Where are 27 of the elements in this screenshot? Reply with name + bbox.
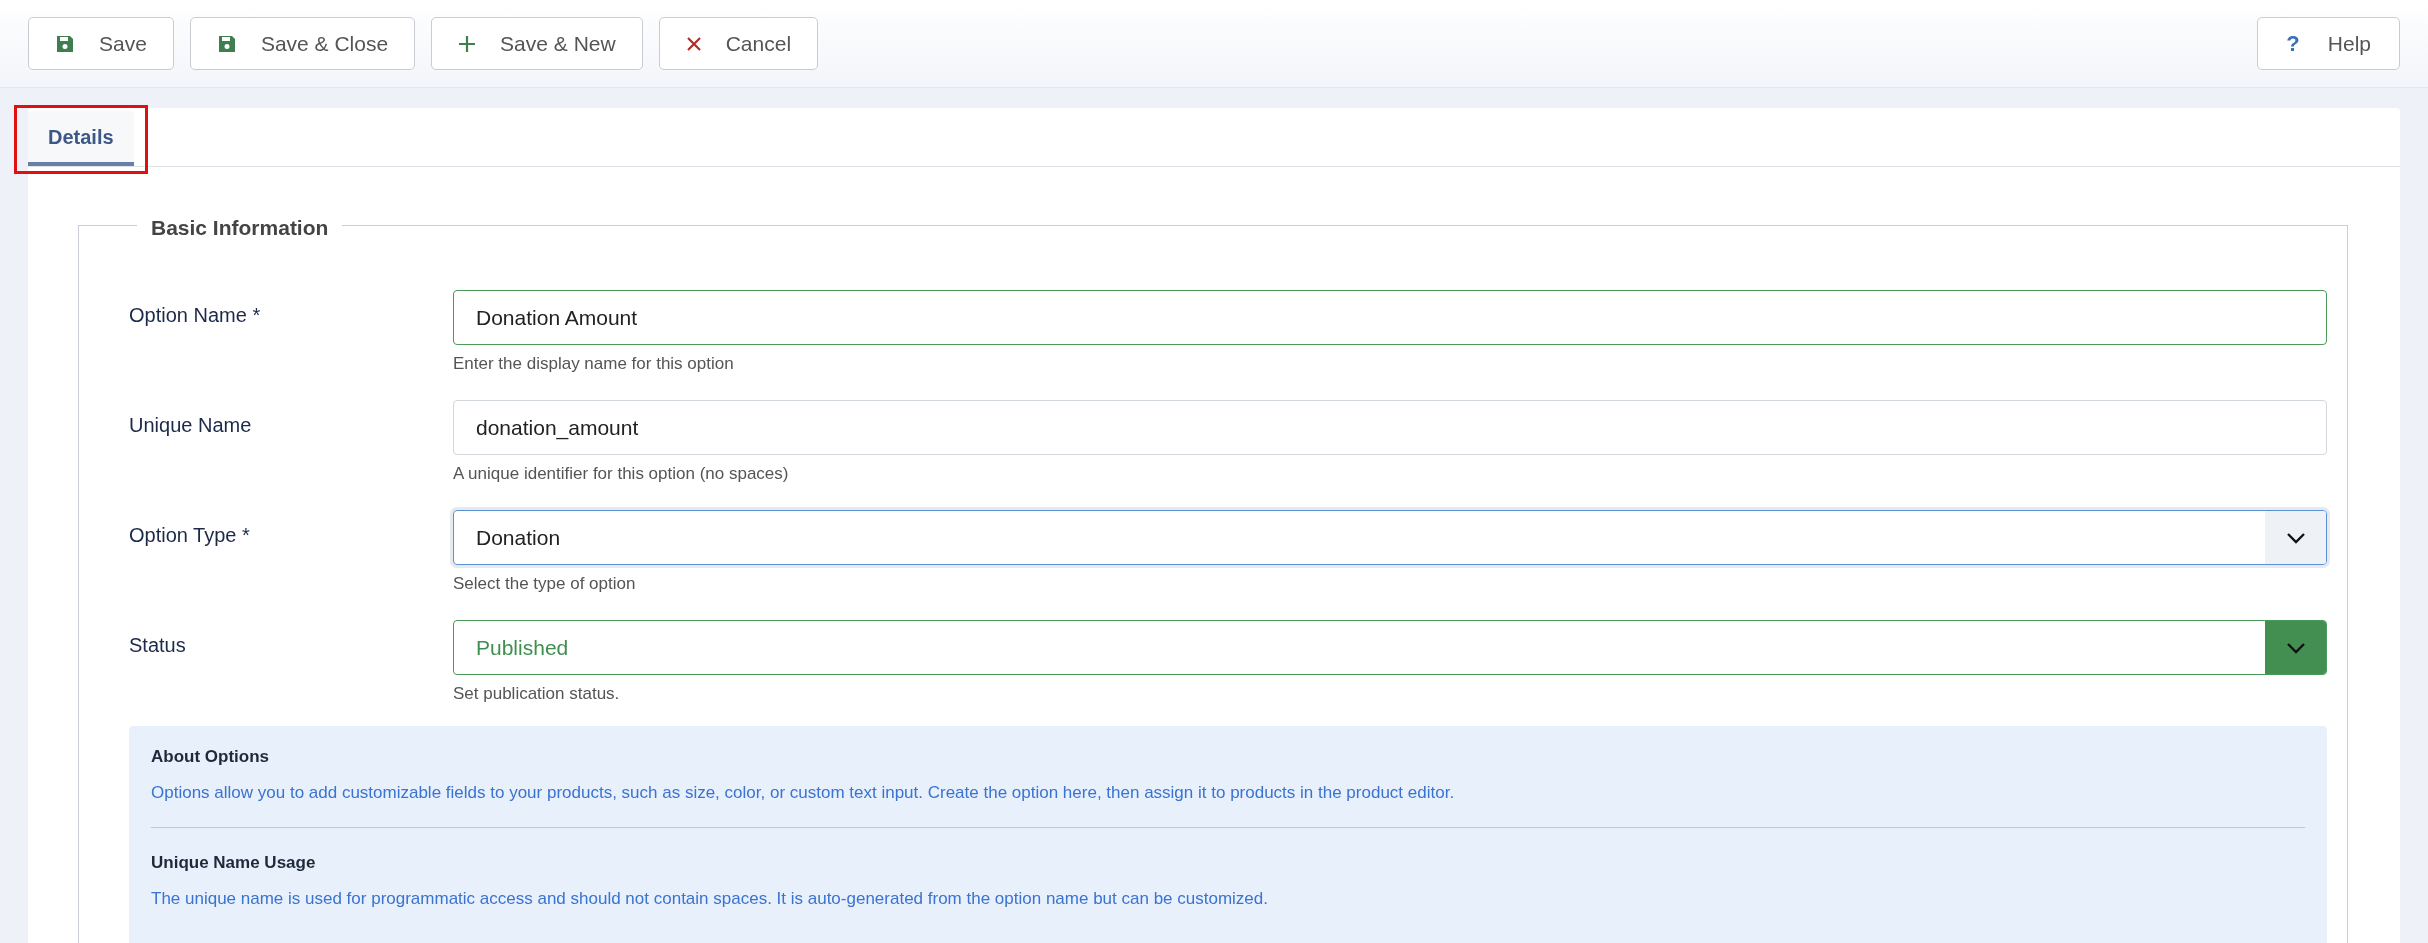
- toolbar-button[interactable]: Save & New: [431, 17, 643, 70]
- info-title: Unique Name Usage: [151, 852, 317, 874]
- close-icon: [685, 35, 702, 52]
- field-hint: Set publication status.: [453, 683, 621, 705]
- question-icon: ?: [2286, 27, 2300, 60]
- select-field[interactable]: Donation: [453, 510, 2327, 565]
- info-text: The unique name is used for programmatic access and should not contain spaces. It is auto-generated from the option name but can be customized.: [151, 887, 1269, 910]
- tab[interactable]: Details: [28, 111, 134, 166]
- help-button[interactable]: ? Help: [2257, 17, 2400, 70]
- field-label: Option Name *: [129, 303, 262, 328]
- field-hint: Enter the display name for this option: [453, 353, 735, 375]
- input-field[interactable]: donation_amount: [453, 400, 2327, 455]
- info-text: Options allow you to add customizable fields to your products, such as size, color, or custom text input. Create the option here, then assign it to products in the product editor.: [151, 781, 1456, 804]
- toolbar-button[interactable]: Save: [28, 17, 174, 70]
- field-hint: A unique identifier for this option (no spaces): [453, 463, 790, 485]
- toolbar-button[interactable]: Save & Close: [189, 17, 416, 70]
- select-field[interactable]: Published: [453, 620, 2327, 675]
- field-hint: Select the type of option: [453, 573, 637, 595]
- toolbar-button[interactable]: Cancel: [658, 17, 819, 70]
- info-title: About Options: [151, 746, 271, 768]
- field-label: Unique Name: [129, 413, 253, 438]
- plus-icon: [458, 34, 477, 53]
- chevron-down-icon: [2285, 531, 2306, 544]
- input-field[interactable]: Donation Amount: [453, 290, 2327, 345]
- chevron-down-icon: [2285, 641, 2306, 654]
- field-label: Status: [129, 633, 187, 658]
- field-label: Option Type *: [129, 523, 251, 548]
